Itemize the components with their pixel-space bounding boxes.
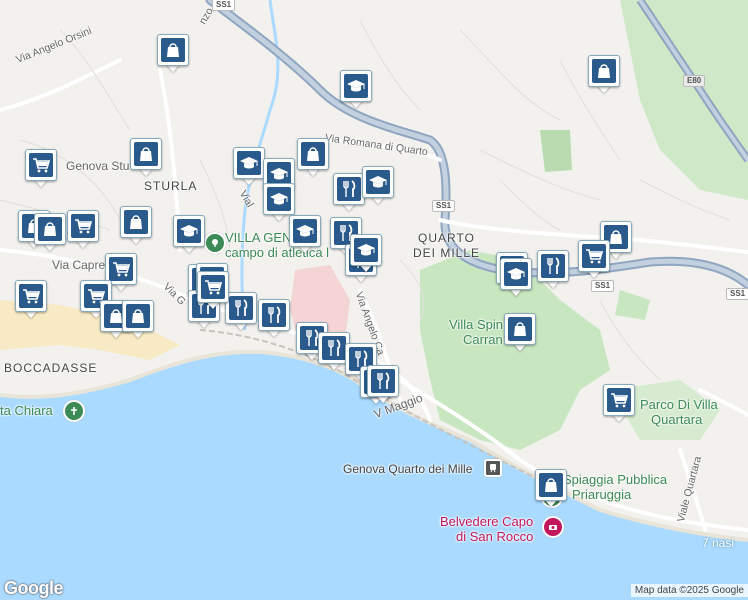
map-marker-restaurant[interactable] — [367, 365, 399, 409]
train-station-icon[interactable] — [484, 459, 502, 477]
graduation-cap-icon — [239, 153, 259, 173]
map-marker-shopping-bag[interactable] — [504, 313, 536, 357]
map-marker-shopping-bag[interactable] — [297, 138, 329, 182]
shopping-bag-icon — [510, 319, 530, 339]
graduation-cap-icon — [346, 76, 366, 96]
map-canvas[interactable]: STURLA QUARTO DEI MILLE BOCCADASSE VILLA… — [0, 0, 748, 600]
poi-label-priaruggia: Priaruggia — [572, 487, 632, 502]
map-marker-graduation-cap[interactable] — [340, 70, 372, 114]
place-of-worship-icon[interactable] — [63, 400, 85, 422]
graduation-cap-icon — [295, 221, 315, 241]
restaurant-icon — [543, 256, 563, 276]
road-shield-ss1: SS1 — [726, 288, 748, 300]
poi-label-spiaggia-pubblica: Spiaggia Pubblica — [563, 472, 668, 487]
park-icon[interactable] — [204, 232, 226, 254]
map-marker-shopping-bag[interactable] — [120, 206, 152, 250]
map-marker-graduation-cap[interactable] — [289, 215, 321, 259]
map-marker-shopping-cart[interactable] — [603, 384, 635, 428]
shopping-bag-icon — [163, 40, 183, 60]
shopping-bag-icon — [126, 212, 146, 232]
graduation-cap-icon — [179, 221, 199, 241]
road-shield-ss1: SS1 — [432, 200, 456, 212]
map-marker-shopping-cart[interactable] — [197, 271, 229, 315]
restaurant-icon — [339, 179, 359, 199]
park-label-villa-gentile: VILLA GEN — [225, 230, 292, 245]
shopping-bag-icon — [128, 306, 148, 326]
place-label-boccadasse: BOCCADASSE — [4, 361, 98, 375]
map-marker-restaurant[interactable] — [225, 292, 257, 336]
restaurant-icon — [324, 338, 344, 358]
map-marker-restaurant[interactable] — [258, 299, 290, 343]
map-marker-restaurant[interactable] — [537, 250, 569, 294]
map-marker-shopping-bag[interactable] — [157, 34, 189, 78]
graduation-cap-icon — [356, 240, 376, 260]
map-marker-restaurant[interactable] — [333, 173, 365, 217]
road-shield-e80: E80 — [683, 75, 706, 87]
road-shield-ss1: SS1 — [212, 0, 236, 11]
map-attribution[interactable]: Map data ©2025 Google — [630, 584, 748, 597]
shopping-bag-icon — [541, 475, 561, 495]
restaurant-icon — [264, 305, 284, 325]
shopping-cart-icon — [609, 390, 629, 410]
restaurant-icon — [373, 371, 393, 391]
poi-label-santa-chiara: ta Chiara — [0, 403, 53, 418]
map-marker-graduation-cap[interactable] — [233, 147, 265, 191]
poi-label-san-rocco: di San Rocco — [456, 529, 534, 544]
camera-icon[interactable] — [542, 516, 564, 538]
shopping-bag-icon — [303, 144, 323, 164]
shopping-bag-icon — [136, 144, 156, 164]
park-label-parco-villa: Parco Di Villa — [640, 397, 718, 412]
shopping-bag-icon — [594, 61, 614, 81]
sea-label-7-nasi: 7 nasi — [702, 536, 735, 550]
graduation-cap-icon — [269, 189, 289, 209]
shopping-cart-icon — [584, 246, 604, 266]
park-label-villa-spinola: Villa Spin — [449, 317, 503, 332]
map-marker-shopping-cart[interactable] — [67, 210, 99, 254]
map-marker-shopping-bag[interactable] — [535, 469, 567, 513]
google-logo: Google — [4, 578, 64, 598]
shopping-cart-icon — [73, 216, 93, 236]
map-marker-graduation-cap[interactable] — [500, 258, 532, 302]
place-label-dei-mille: DEI MILLE — [413, 246, 481, 260]
place-label-quarto: QUARTO — [418, 231, 475, 245]
poi-label-belvedere: Belvedere Capo — [440, 514, 534, 529]
map-marker-shopping-bag[interactable] — [34, 213, 66, 257]
map-marker-shopping-cart[interactable] — [15, 280, 47, 324]
shopping-cart-icon — [111, 259, 131, 279]
shopping-cart-icon — [31, 155, 51, 175]
graduation-cap-icon — [368, 172, 388, 192]
map-marker-shopping-cart[interactable] — [578, 240, 610, 284]
park-label-carrara: Carran — [463, 332, 503, 347]
park-label-quartara: Quartara — [651, 412, 703, 427]
map-marker-graduation-cap[interactable] — [362, 166, 394, 210]
map-marker-graduation-cap[interactable] — [350, 234, 382, 278]
map-marker-graduation-cap[interactable] — [173, 215, 205, 259]
map-marker-shopping-cart[interactable] — [25, 149, 57, 193]
map-marker-shopping-bag[interactable] — [122, 300, 154, 344]
road-label-via-caprera: Via Capre — [52, 258, 106, 272]
graduation-cap-icon — [506, 264, 526, 284]
map-marker-shopping-bag[interactable] — [130, 138, 162, 182]
station-label-genova-sturla: Genova Stu — [66, 159, 130, 173]
station-label-quarto-dei-mille: Genova Quarto dei Mille — [343, 462, 473, 476]
shopping-cart-icon — [203, 277, 223, 297]
restaurant-icon — [231, 298, 251, 318]
map-marker-shopping-bag[interactable] — [588, 55, 620, 99]
shopping-bag-icon — [40, 219, 60, 239]
graduation-cap-icon — [269, 164, 289, 184]
shopping-cart-icon — [21, 286, 41, 306]
